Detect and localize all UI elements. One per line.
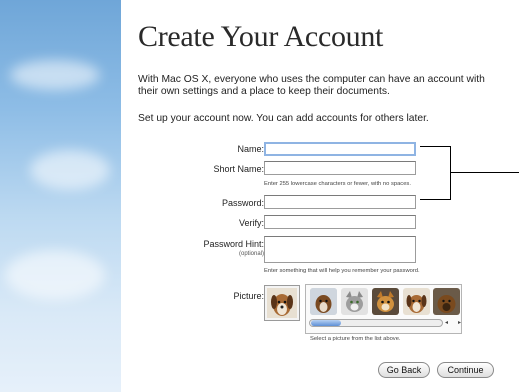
short-name-label: Short Name: [213,164,264,174]
scroll-arrows[interactable]: ◂ ▸ [445,319,461,327]
optional-label: (optional) [238,251,264,257]
dog-icon [403,288,430,315]
picture-label: Picture: [233,291,264,301]
picture-thumb[interactable] [310,288,337,315]
dog-icon [433,288,460,315]
dog-icon [310,288,337,315]
intro-text: With Mac OS X, everyone who uses the com… [138,74,485,97]
picture-thumb[interactable] [403,288,430,315]
callout-line [451,172,519,173]
go-back-button[interactable]: Go Back [378,362,430,378]
dog-icon [267,288,297,318]
verify-label: Verify: [238,218,264,228]
name-label: Name: [237,144,264,154]
password-field[interactable] [264,195,416,209]
password-hint-label: Password Hint: [203,239,264,249]
picture-help: Select a picture from the list above. [310,336,401,342]
picture-thumb[interactable] [341,288,368,315]
scroll-knob[interactable] [311,320,341,326]
cat-icon [341,288,368,315]
page-title: Create Your Account [138,20,384,53]
setup-text: Set up your account now. You can add acc… [138,113,429,124]
verify-field[interactable] [264,215,416,229]
sky-background [0,0,121,392]
password-label: Password: [221,198,264,208]
picture-thumb[interactable] [433,288,460,315]
name-field[interactable] [264,142,416,156]
picture-thumb[interactable] [372,288,399,315]
short-name-hint: Enter 255 lowercase characters or fewer,… [264,181,411,187]
scroll-right-arrow-icon[interactable]: ▸ [458,319,461,327]
scroll-left-arrow-icon[interactable]: ◂ [445,319,448,327]
selected-picture[interactable] [264,285,300,321]
callout-bracket [420,146,451,200]
short-name-field[interactable] [264,161,416,175]
password-hint-field[interactable] [264,236,416,263]
continue-button[interactable]: Continue [437,362,494,378]
password-hint-help: Enter something that will help you remem… [264,268,420,274]
picture-scrollbar[interactable] [309,319,443,327]
cat-icon [372,288,399,315]
